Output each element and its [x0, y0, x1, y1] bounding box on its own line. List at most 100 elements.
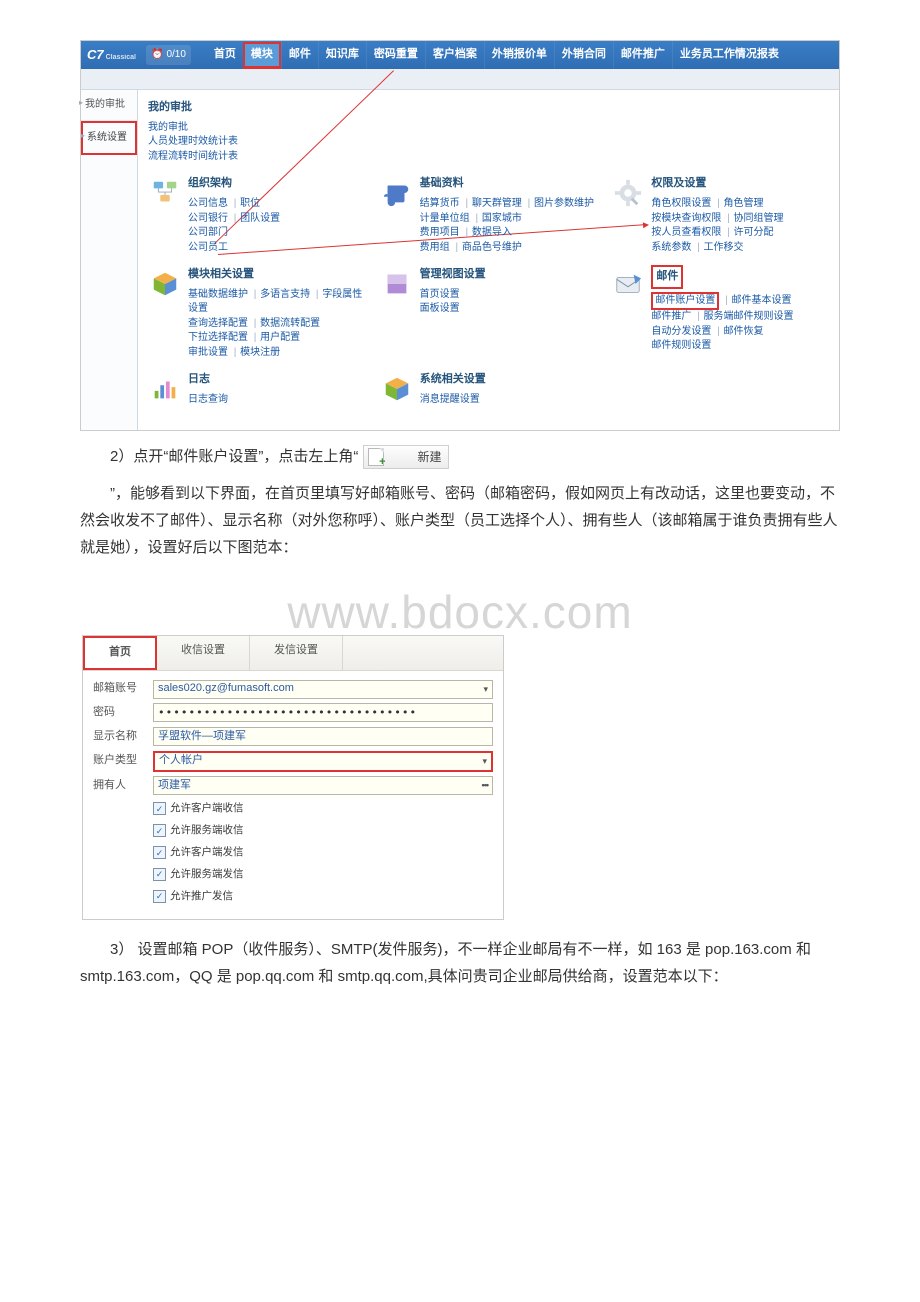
module-block: 邮件邮件账户设置 | 邮件基本设置邮件推广 | 服务端邮件规则设置自动分发设置 …	[611, 265, 829, 370]
module-link[interactable]: 下拉选择配置	[188, 332, 248, 343]
menu-item-2[interactable]: 邮件	[281, 41, 318, 69]
module-link[interactable]: 计量单位组	[420, 213, 470, 224]
checkbox-row[interactable]: ✓允许服务端收信	[153, 821, 493, 840]
module-link[interactable]: 按人员查看权限	[651, 227, 721, 238]
select-account-type[interactable]: 个人帐户 ▾	[153, 751, 493, 772]
module-link[interactable]: 多语言支持	[260, 289, 310, 300]
module-block: 日志日志查询	[148, 370, 366, 417]
module-link[interactable]: 用户配置	[260, 332, 300, 343]
top-navbar: C7Classical ⏰ 0/10 首页模块邮件知识库密码重置客户档案外销报价…	[81, 41, 839, 69]
module-link[interactable]: 费用项目	[420, 227, 460, 238]
module-link[interactable]: 国家城市	[482, 213, 522, 224]
block-links: 邮件账户设置 | 邮件基本设置邮件推广 | 服务端邮件规则设置自动分发设置 | …	[651, 292, 829, 354]
form-tab-2[interactable]: 发信设置	[250, 636, 343, 670]
module-link[interactable]: 工作移交	[704, 242, 744, 253]
module-link[interactable]: 团队设置	[240, 213, 280, 224]
puzzle-icon	[382, 178, 412, 208]
label-password: 密码	[93, 703, 153, 723]
block-title: 组织架构	[188, 174, 366, 194]
module-link[interactable]: 按模块查询权限	[651, 213, 721, 224]
menu-item-8[interactable]: 邮件推广	[613, 41, 672, 69]
checkbox-icon: ✓	[153, 868, 166, 881]
checkbox-row[interactable]: ✓允许客户端收信	[153, 799, 493, 818]
module-link[interactable]: 数据导入	[472, 227, 512, 238]
alarm-indicator[interactable]: ⏰ 0/10	[146, 45, 191, 65]
block-title: 基础资料	[420, 174, 598, 194]
module-link[interactable]: 邮件推广	[651, 311, 691, 322]
module-link[interactable]: 模块注册	[240, 347, 280, 358]
menu-item-6[interactable]: 外销报价单	[484, 41, 554, 69]
sidebar-item-0[interactable]: 我的审批	[81, 90, 137, 121]
block-links: 首页设置面板设置	[420, 288, 598, 317]
module-link[interactable]: 面板设置	[420, 303, 460, 314]
module-link[interactable]: 公司银行	[188, 213, 228, 224]
chevron-down-icon[interactable]: ▾	[483, 681, 488, 697]
main-menu: 首页模块邮件知识库密码重置客户档案外销报价单外销合同邮件推广业务员工作情况报表	[207, 41, 786, 69]
menu-item-4[interactable]: 密码重置	[366, 41, 425, 69]
new-button[interactable]: 新建	[363, 445, 449, 469]
module-link[interactable]: 费用组	[420, 242, 450, 253]
chevron-down-icon[interactable]: ▾	[482, 753, 487, 769]
menu-item-5[interactable]: 客户档案	[425, 41, 484, 69]
module-link[interactable]: 商品色号维护	[462, 242, 522, 253]
module-link[interactable]: 公司员工	[188, 242, 228, 253]
approval-link[interactable]: 我的审批	[148, 122, 188, 133]
alarm-icon: ⏰	[151, 46, 163, 64]
module-link[interactable]: 邮件规则设置	[651, 340, 711, 351]
menu-item-0[interactable]: 首页	[207, 41, 243, 69]
checkbox-row[interactable]: ✓允许客户端发信	[153, 843, 493, 862]
block-title: 邮件	[651, 265, 829, 289]
module-link[interactable]: 服务端邮件规则设置	[704, 311, 794, 322]
module-link[interactable]: 邮件恢复	[724, 326, 764, 337]
module-link[interactable]: 基础数据维护	[188, 289, 248, 300]
approval-link[interactable]: 人员处理时效统计表	[148, 136, 238, 147]
module-link[interactable]: 审批设置	[188, 347, 228, 358]
module-link[interactable]: 聊天群管理	[472, 198, 522, 209]
module-link[interactable]: 结算货币	[420, 198, 460, 209]
module-link[interactable]: 公司信息	[188, 198, 228, 209]
block-title: 管理视图设置	[420, 265, 598, 285]
menu-item-9[interactable]: 业务员工作情况报表	[672, 41, 786, 69]
module-link[interactable]: 图片参数维护	[534, 198, 594, 209]
module-link[interactable]: 查询选择配置	[188, 318, 248, 329]
form-tab-1[interactable]: 收信设置	[157, 636, 250, 670]
module-link[interactable]: 邮件基本设置	[732, 295, 792, 306]
module-link[interactable]: 许可分配	[734, 227, 774, 238]
row-password: 密码 ••••••••••••••••••••••••••••••••••	[93, 703, 493, 723]
gear-icon	[613, 178, 643, 208]
module-link[interactable]: 角色管理	[724, 198, 764, 209]
sidebar-item-1[interactable]: 系统设置	[81, 121, 137, 155]
checkbox-row[interactable]: ✓允许服务端发信	[153, 865, 493, 884]
input-account[interactable]: sales020.gz@fumasoft.com ▾	[153, 680, 493, 699]
module-link[interactable]: 消息提醒设置	[420, 394, 480, 405]
input-display-name[interactable]: 孚盟软件—项建军	[153, 727, 493, 746]
module-link[interactable]: 数据流转配置	[260, 318, 320, 329]
menu-item-3[interactable]: 知识库	[318, 41, 366, 69]
module-link[interactable]: 职位	[240, 198, 260, 209]
module-link[interactable]: 角色权限设置	[651, 198, 711, 209]
left-sidebar: 我的审批系统设置	[81, 90, 138, 430]
permission-checkboxes: ✓允许客户端收信 ✓允许服务端收信 ✓允许客户端发信 ✓允许服务端发信 ✓允许推广发信	[153, 799, 493, 905]
label-account-type: 账户类型	[93, 751, 153, 771]
form-tab-0[interactable]: 首页	[83, 636, 157, 670]
module-link[interactable]: 协同组管理	[734, 213, 784, 224]
body-area: 我的审批系统设置 我的审批 我的审批人员处理时效统计表流程流转时间统计表 组织架…	[81, 90, 839, 430]
block-title: 日志	[188, 370, 366, 390]
checkbox-row[interactable]: ✓允许推广发信	[153, 887, 493, 906]
new-file-plus-icon	[368, 448, 384, 466]
module-link[interactable]: 日志查询	[188, 394, 228, 405]
more-icon[interactable]: •••	[482, 777, 488, 793]
input-owner[interactable]: 项建军 •••	[153, 776, 493, 795]
cube2-icon	[382, 374, 412, 404]
mail-account-form: 首页收信设置发信设置 邮箱账号 sales020.gz@fumasoft.com…	[82, 635, 504, 919]
checkbox-icon: ✓	[153, 824, 166, 837]
module-link[interactable]: 首页设置	[420, 289, 460, 300]
module-link[interactable]: 邮件账户设置	[651, 295, 719, 306]
module-link[interactable]: 自动分发设置	[651, 326, 711, 337]
menu-item-1[interactable]: 模块	[243, 42, 281, 69]
menu-item-7[interactable]: 外销合同	[554, 41, 613, 69]
module-link[interactable]: 公司部门	[188, 227, 228, 238]
module-link[interactable]: 系统参数	[651, 242, 691, 253]
input-password[interactable]: ••••••••••••••••••••••••••••••••••	[153, 703, 493, 722]
approval-link[interactable]: 流程流转时间统计表	[148, 151, 238, 162]
